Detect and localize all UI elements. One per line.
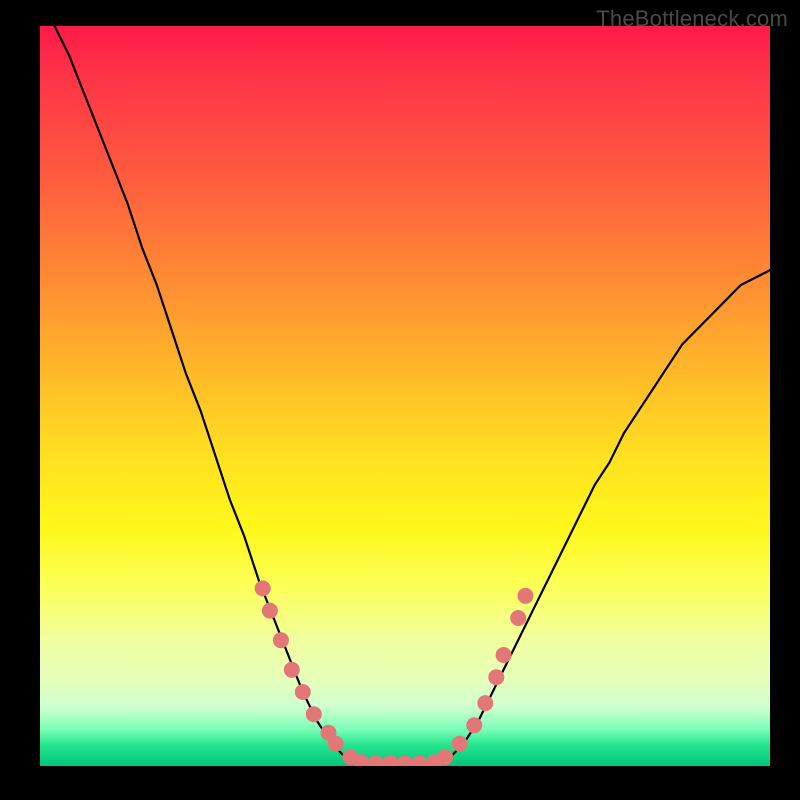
marker-dot [412,755,428,766]
marker-dot [510,610,526,626]
bottleneck-curve [55,26,770,766]
marker-dots [255,580,534,766]
marker-dot [306,706,322,722]
marker-dot [295,684,311,700]
marker-dot [437,749,453,765]
marker-dot [262,603,278,619]
marker-dot [382,755,398,766]
marker-dot [466,717,482,733]
marker-dot [255,580,271,596]
curve-path [55,26,770,766]
marker-dot [284,662,300,678]
watermark-text: TheBottleneck.com [596,6,788,32]
marker-dot [273,632,289,648]
marker-dot [397,755,413,766]
marker-dot [328,736,344,752]
marker-dot [368,755,384,766]
marker-dot [488,669,504,685]
chart-frame: TheBottleneck.com [0,0,800,800]
marker-dot [452,736,468,752]
curve-overlay [40,26,770,766]
marker-dot [518,588,534,604]
marker-dot [477,695,493,711]
marker-dot [496,647,512,663]
plot-area [40,26,770,766]
